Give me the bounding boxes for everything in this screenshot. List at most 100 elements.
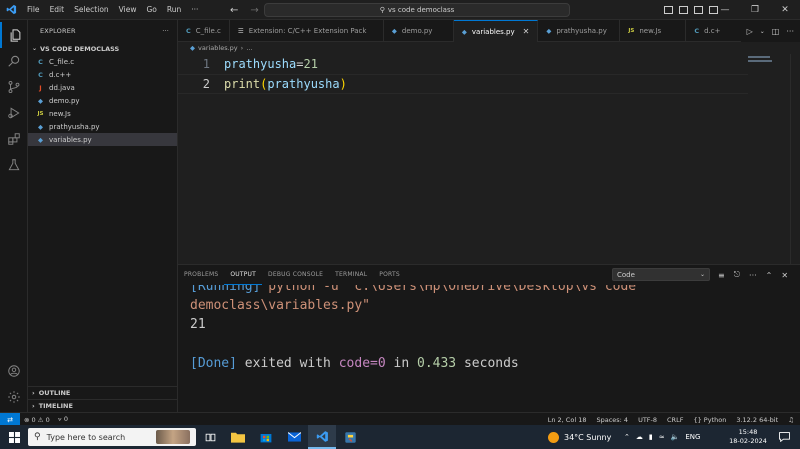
minimap[interactable]: [748, 54, 788, 264]
microsoft-store-icon[interactable]: [252, 425, 280, 449]
volume-icon[interactable]: 🔈: [671, 433, 680, 441]
run-dropdown-chevron-icon[interactable]: ⌄: [760, 28, 765, 35]
minimize-icon[interactable]: —: [710, 0, 740, 20]
tab-prathyusha-py[interactable]: ◆ prathyusha.py: [538, 20, 621, 42]
battery-icon[interactable]: ▮: [649, 433, 653, 441]
close-tab-icon[interactable]: ✕: [523, 27, 530, 36]
encoding[interactable]: UTF-8: [638, 416, 657, 424]
maximize-panel-icon[interactable]: ⌃: [766, 271, 773, 280]
panel-tab-output[interactable]: OUTPUT: [224, 265, 263, 285]
notification-center-icon[interactable]: [774, 425, 794, 449]
ports-status[interactable]: ⟇ 0: [58, 415, 68, 424]
vscode-taskbar-icon[interactable]: [308, 425, 336, 449]
task-view-icon[interactable]: [196, 425, 224, 449]
file-dd-java[interactable]: J dd.java: [28, 81, 177, 94]
menu-edit[interactable]: Edit: [45, 0, 70, 20]
menu-go[interactable]: Go: [141, 0, 161, 20]
tab-c-file-c[interactable]: C C_file.c: [178, 20, 230, 42]
toggle-panel-icon[interactable]: [679, 6, 688, 14]
python-idle-icon[interactable]: [336, 425, 364, 449]
clock-date: 18-02-2024: [729, 437, 767, 445]
windows-start-icon[interactable]: [0, 425, 28, 449]
explorer-icon[interactable]: [0, 22, 28, 48]
language-mode[interactable]: {} Python: [693, 416, 726, 424]
search-view-icon[interactable]: [0, 48, 28, 74]
indentation[interactable]: Spaces: 4: [596, 416, 628, 424]
forward-arrow-icon[interactable]: →: [250, 5, 258, 16]
file-demo-py[interactable]: ◆ demo.py: [28, 94, 177, 107]
chevron-up-icon[interactable]: ⌃: [624, 433, 630, 441]
tab-d-cpp[interactable]: C d.c+: [686, 20, 722, 42]
panel-tab-terminal[interactable]: TERMINAL: [329, 265, 373, 285]
more-actions-icon[interactable]: ···: [749, 271, 757, 280]
menu-run[interactable]: Run: [162, 0, 186, 20]
panel-tab-problems[interactable]: PROBLEMS: [178, 265, 224, 285]
breadcrumb-more[interactable]: …: [246, 44, 253, 52]
file-explorer-icon[interactable]: [224, 425, 252, 449]
split-editor-icon[interactable]: ◫: [772, 27, 780, 36]
file-new-js[interactable]: JS new.Js: [28, 107, 177, 120]
mail-icon[interactable]: [280, 425, 308, 449]
weather-widget[interactable]: 34°C Sunny: [548, 425, 611, 449]
menu-selection[interactable]: Selection: [69, 0, 114, 20]
language-indicator[interactable]: ENG: [685, 433, 700, 441]
panel-tab-ports[interactable]: PORTS: [373, 265, 406, 285]
error-icon: ⊗: [24, 415, 30, 424]
file-c-file-c[interactable]: C C_file.c: [28, 55, 177, 68]
file-d-cpp[interactable]: C d.c++: [28, 68, 177, 81]
python-interpreter[interactable]: 3.12.2 64-bit: [736, 416, 778, 424]
output-view[interactable]: [Running] python -u "c:\Users\Hp\OneDriv…: [178, 285, 800, 413]
timeline-section[interactable]: › TIMELINE: [28, 399, 178, 412]
outline-section[interactable]: › OUTLINE: [28, 386, 178, 399]
file-label: variables.py: [49, 135, 92, 144]
system-clock[interactable]: 15:48 18-02-2024: [726, 428, 770, 446]
menu-file[interactable]: File: [22, 0, 45, 20]
line-ending[interactable]: CRLF: [667, 416, 683, 424]
explorer-more-icon[interactable]: ···: [162, 27, 169, 35]
tab-variables-py[interactable]: ◆ variables.py ✕: [453, 20, 539, 42]
tab-new-js[interactable]: JS new.Js: [620, 20, 687, 42]
menu-more[interactable]: ···: [186, 0, 203, 20]
run-file-icon[interactable]: ▷: [747, 27, 753, 36]
weather-text: 34°C Sunny: [564, 432, 612, 442]
lock-scroll-icon[interactable]: ⎋: [734, 270, 740, 280]
source-control-icon[interactable]: [0, 74, 28, 100]
file-variables-py[interactable]: ◆ variables.py: [28, 133, 177, 146]
file-label: demo.py: [49, 96, 80, 105]
tab-demo-py[interactable]: ◆ demo.py: [384, 20, 454, 42]
menu-view[interactable]: View: [114, 0, 142, 20]
taskbar-search-box[interactable]: ⚲ Type here to search: [28, 428, 196, 446]
folder-vs-code-democlass[interactable]: ⌄ VS CODE DEMOCLASS: [28, 42, 177, 55]
code-editor[interactable]: 1 prathyusha = 21 2 print(prathyusha): [178, 54, 800, 264]
panel-tab-debug-console[interactable]: DEBUG CONSOLE: [262, 265, 329, 285]
cursor-position[interactable]: Ln 2, Col 18: [548, 416, 587, 424]
restore-icon[interactable]: ❐: [740, 0, 770, 20]
account-icon[interactable]: [0, 358, 28, 384]
toggle-secondary-sidebar-icon[interactable]: [694, 6, 703, 14]
close-panel-icon[interactable]: ✕: [781, 271, 788, 280]
run-debug-icon[interactable]: [0, 100, 28, 126]
testing-flask-icon[interactable]: [0, 152, 28, 178]
code-line[interactable]: 1 prathyusha = 21: [178, 54, 748, 74]
back-arrow-icon[interactable]: ←: [230, 5, 238, 16]
extensions-icon[interactable]: [0, 126, 28, 152]
breadcrumb-file[interactable]: variables.py: [198, 44, 238, 52]
js-file-icon: JS: [628, 28, 635, 34]
manage-gear-icon[interactable]: [0, 384, 28, 410]
toggle-sidebar-icon[interactable]: [664, 6, 673, 14]
filter-lines-icon[interactable]: ≡: [718, 271, 725, 280]
tab-extension-pack[interactable]: ☰ Extension: C/C++ Extension Pack: [230, 20, 384, 42]
editor-more-icon[interactable]: ···: [786, 27, 794, 36]
command-center-search[interactable]: ⚲ vs code democlass: [264, 3, 570, 17]
onedrive-cloud-icon[interactable]: ☁: [636, 433, 643, 441]
code-line-current[interactable]: 2 print(prathyusha): [178, 74, 748, 94]
notifications-bell-icon[interactable]: ♫: [788, 416, 794, 424]
problems-status[interactable]: ⊗ 0 ⚠ 0: [24, 416, 50, 424]
file-prathyusha-py[interactable]: ◆ prathyusha.py: [28, 120, 177, 133]
chevron-down-icon: ⌄: [699, 271, 705, 278]
output-channel-select[interactable]: Code ⌄: [612, 268, 710, 281]
code-token: prathyusha: [267, 77, 340, 91]
editor-scrollbar[interactable]: [790, 54, 800, 264]
network-icon[interactable]: ≈: [659, 433, 665, 441]
close-window-icon[interactable]: ✕: [770, 0, 800, 20]
